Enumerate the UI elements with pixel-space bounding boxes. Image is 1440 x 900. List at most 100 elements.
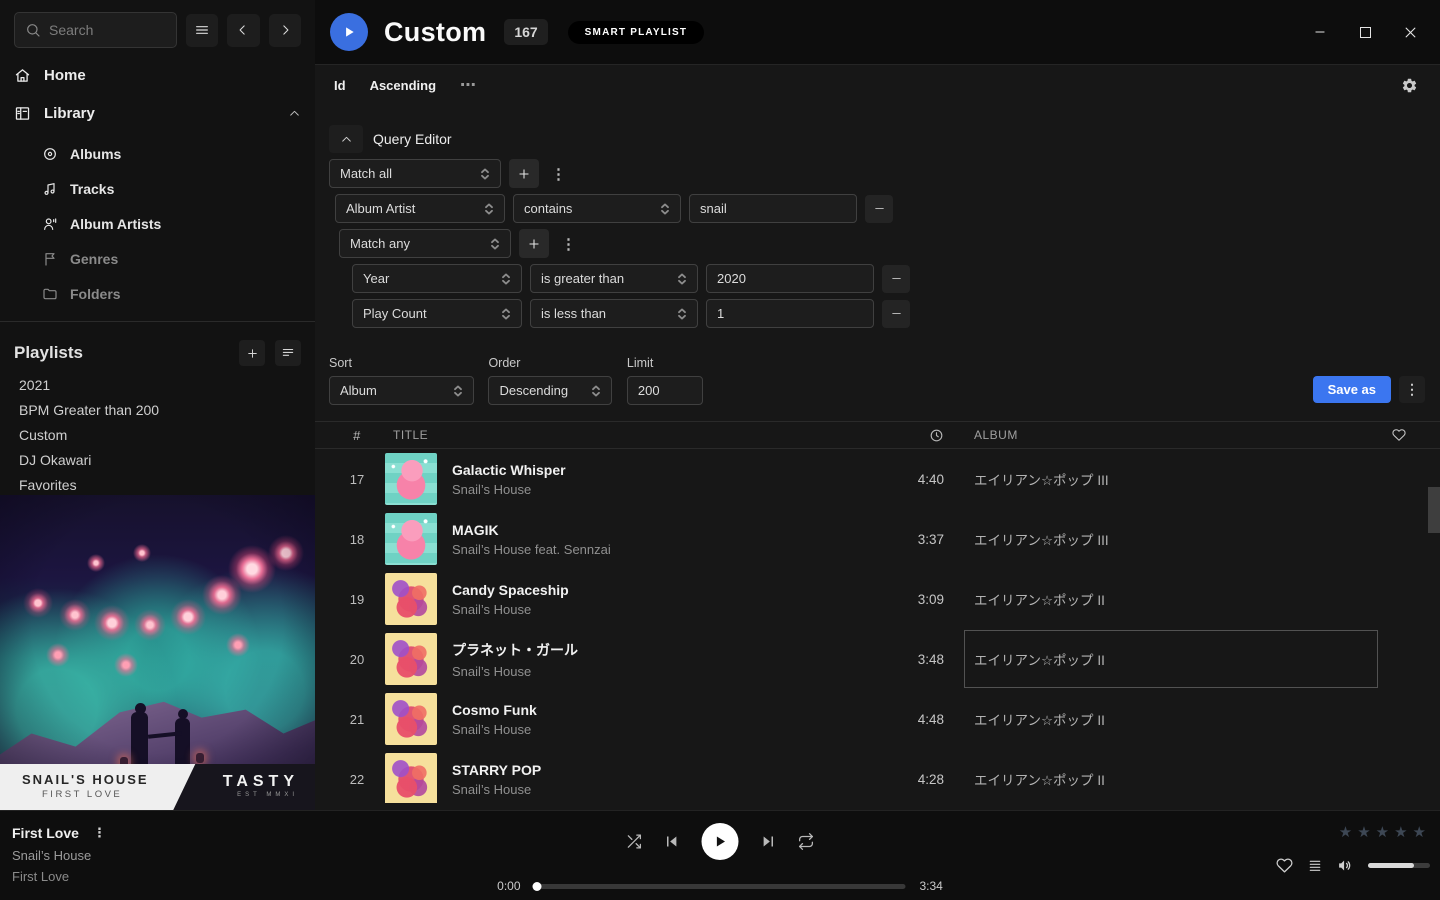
previous-button[interactable] (665, 834, 680, 849)
match-type-select[interactable]: Match any (339, 229, 511, 258)
playlist-item[interactable]: 2021 (0, 372, 315, 397)
rule-operator-select[interactable]: contains (513, 194, 681, 223)
favorite-heart-icon[interactable] (1276, 857, 1293, 874)
search-input[interactable] (49, 22, 166, 38)
menu-button[interactable] (186, 14, 218, 47)
maximize-button[interactable] (1357, 24, 1373, 40)
now-playing-title[interactable]: First Love (12, 825, 79, 841)
now-playing-album[interactable]: First Love (12, 869, 106, 884)
playlist-item[interactable]: Custom (0, 422, 315, 447)
track-album[interactable]: エイリアン☆ポップ III (974, 529, 1109, 549)
close-button[interactable] (1402, 24, 1418, 40)
minimize-button[interactable] (1312, 24, 1328, 40)
sort-direction-button[interactable]: Ascending (370, 78, 436, 93)
star-icon[interactable]: ★ (1394, 823, 1407, 841)
add-playlist-button[interactable] (239, 340, 265, 366)
match-type-select[interactable]: Match all (329, 159, 501, 188)
track-album[interactable]: エイリアン☆ポップ III (974, 469, 1109, 489)
now-playing-kebab-icon[interactable]: ⋮ (93, 825, 106, 841)
rule-value-input[interactable] (706, 264, 874, 293)
track-artist[interactable]: Snail’s House (452, 782, 859, 797)
sidebar-item-folders[interactable]: Folders (0, 276, 315, 311)
table-row[interactable]: 20 プラネット・ガール Snail’s House 3:48 エイリアン☆ポッ… (315, 629, 1440, 689)
sidebar-item-tracks[interactable]: Tracks (0, 171, 315, 206)
sidebar-item-home[interactable]: Home (0, 56, 315, 94)
repeat-button[interactable] (798, 833, 815, 850)
track-artist[interactable]: Snail’s House (452, 722, 859, 737)
track-album[interactable]: エイリアン☆ポップ II (974, 709, 1105, 729)
track-album[interactable]: エイリアン☆ポップ II (974, 769, 1105, 789)
table-row[interactable]: 19 Candy Spaceship Snail’s House 3:09 エイ… (315, 569, 1440, 629)
add-rule-button[interactable] (509, 159, 539, 188)
track-artist[interactable]: Snail’s House (452, 664, 859, 679)
duration-clock-icon[interactable] (859, 428, 944, 443)
rule-value-input[interactable] (706, 299, 874, 328)
playlist-item[interactable]: DJ Okawari (0, 447, 315, 472)
playlist-list-button[interactable] (275, 340, 301, 366)
group-kebab-icon[interactable]: ⋮ (557, 235, 580, 253)
track-album[interactable]: エイリアン☆ポップ II (974, 589, 1105, 609)
save-kebab-icon[interactable]: ⋮ (1399, 376, 1425, 403)
rule-field-select[interactable]: Year (352, 264, 522, 293)
rule-field-select[interactable]: Play Count (352, 299, 522, 328)
shuffle-button[interactable] (626, 833, 643, 850)
playlist-item[interactable]: BPM Greater than 200 (0, 397, 315, 422)
sidebar-item-library[interactable]: Library (0, 94, 315, 132)
table-row[interactable]: 22 STARRY POP Snail’s House 4:28 エイリアン☆ポ… (315, 749, 1440, 803)
nav-back-button[interactable] (227, 14, 259, 47)
seek-bar[interactable] (535, 884, 906, 889)
column-album[interactable]: ALBUM (944, 422, 1384, 448)
settings-gear-icon[interactable] (1401, 77, 1418, 94)
table-row[interactable]: 18 MAGIK Snail’s House feat. Sennzai 3:3… (315, 509, 1440, 569)
sort-field-button[interactable]: Id (334, 78, 346, 93)
seek-handle[interactable] (533, 882, 542, 891)
rule-operator-select[interactable]: is less than (530, 299, 698, 328)
collapse-query-editor-button[interactable] (329, 125, 363, 153)
now-playing-artist[interactable]: Snail’s House (12, 848, 106, 863)
rule-field-select[interactable]: Album Artist (335, 194, 505, 223)
star-icon[interactable]: ★ (1413, 823, 1426, 841)
column-index[interactable]: # (329, 428, 385, 443)
track-artist[interactable]: Snail’s House (452, 482, 859, 497)
queue-icon[interactable] (1307, 858, 1323, 874)
save-as-button[interactable]: Save as (1313, 376, 1391, 403)
star-icon[interactable]: ★ (1339, 823, 1352, 841)
playlist-item[interactable]: Favorites (0, 472, 315, 497)
remove-rule-button[interactable] (882, 265, 910, 293)
order-select[interactable]: Descending (488, 376, 612, 405)
rule-value-input[interactable] (689, 194, 857, 223)
track-album[interactable]: エイリアン☆ポップ II (974, 649, 1105, 669)
banner-record-label-sub: EST MMXI (237, 792, 298, 798)
sidebar-item-album-artists[interactable]: Album Artists (0, 206, 315, 241)
favorite-heart-icon[interactable] (1384, 428, 1414, 442)
now-playing-album-art[interactable]: SNAIL'S HOUSE FIRST LOVE TASTY EST MMXI (0, 495, 315, 810)
sidebar-item-genres[interactable]: Genres (0, 241, 315, 276)
add-rule-button[interactable] (519, 229, 549, 258)
nav-forward-button[interactable] (269, 14, 301, 47)
play-pause-button[interactable] (702, 823, 739, 860)
group-kebab-icon[interactable]: ⋮ (547, 165, 570, 183)
remove-rule-button[interactable] (882, 300, 910, 328)
sidebar-item-albums[interactable]: Albums (0, 136, 315, 171)
limit-input[interactable] (627, 376, 703, 405)
volume-icon[interactable] (1337, 857, 1354, 874)
star-icon[interactable]: ★ (1357, 823, 1370, 841)
rule-operator-value: contains (524, 201, 572, 216)
track-artist[interactable]: Snail’s House feat. Sennzai (452, 542, 859, 557)
star-icon[interactable]: ★ (1376, 823, 1389, 841)
column-title[interactable]: TITLE (385, 428, 859, 442)
rating-stars[interactable]: ★ ★ ★ ★ ★ (1339, 823, 1426, 841)
scrollbar-thumb[interactable] (1428, 487, 1440, 533)
volume-slider[interactable] (1368, 863, 1430, 868)
search-box[interactable] (14, 12, 177, 48)
rule-operator-select[interactable]: is greater than (530, 264, 698, 293)
table-row[interactable]: 21 Cosmo Funk Snail’s House 4:48 エイリアン☆ポ… (315, 689, 1440, 749)
table-row[interactable]: 17 Galactic Whisper Snail’s House 4:40 エ… (315, 449, 1440, 509)
track-artist[interactable]: Snail’s House (452, 602, 859, 617)
sort-select[interactable]: Album (329, 376, 474, 405)
remove-rule-button[interactable] (865, 195, 893, 223)
play-playlist-button[interactable] (330, 13, 368, 51)
chevron-up-icon[interactable] (288, 107, 301, 120)
next-button[interactable] (761, 834, 776, 849)
more-options-icon[interactable]: ⋯ (460, 75, 477, 95)
